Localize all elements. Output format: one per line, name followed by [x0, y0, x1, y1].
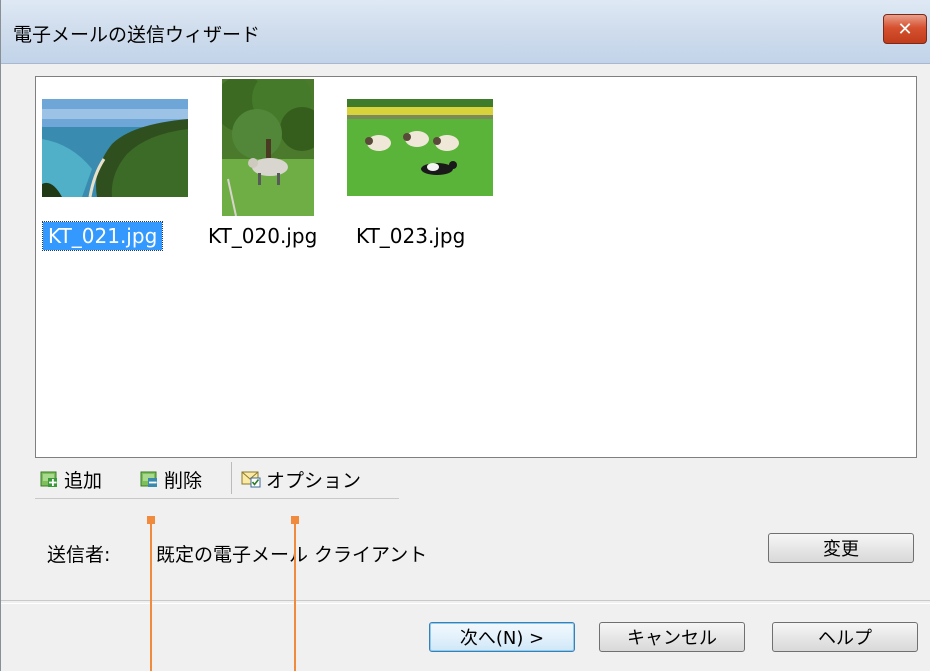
sheep-under-tree-thumbnail	[222, 79, 314, 216]
coastline-thumbnail	[42, 99, 188, 197]
cancel-button[interactable]: キャンセル	[599, 622, 745, 652]
sender-label: 送信者:	[47, 544, 111, 566]
add-file-icon	[39, 469, 59, 489]
attachment-list[interactable]: KT_021.jpg KT_020.jpg KT_023.jpg	[35, 76, 917, 458]
callout-line-left	[150, 520, 152, 671]
options-label: オプション	[266, 469, 362, 492]
help-button[interactable]: ヘルプ	[772, 622, 918, 652]
remove-button[interactable]: 削除	[139, 466, 202, 492]
next-label: 次へ(N) >	[459, 628, 545, 649]
file-name-label: KT_023.jpg	[356, 224, 466, 248]
title-bar: 電子メールの送信ウィザード ✕	[1, 0, 930, 64]
attachment-toolbar: 追加 削除 オプション	[35, 460, 399, 499]
add-button[interactable]: 追加	[39, 466, 102, 492]
remove-file-icon	[139, 469, 159, 489]
callout-line-right	[294, 520, 296, 671]
email-wizard-window: 電子メールの送信ウィザード ✕ KT_021.jpg KT_020.jpg KT…	[0, 0, 930, 671]
help-label: ヘルプ	[818, 628, 872, 649]
window-title: 電子メールの送信ウィザード	[13, 24, 261, 46]
close-button[interactable]: ✕	[883, 14, 927, 44]
next-button[interactable]: 次へ(N) >	[429, 622, 575, 652]
file-item-kt021[interactable]: KT_021.jpg	[36, 77, 206, 267]
mail-options-icon	[241, 469, 261, 489]
close-icon: ✕	[897, 18, 913, 40]
file-item-kt020[interactable]: KT_020.jpg	[208, 77, 344, 267]
file-item-kt023[interactable]: KT_023.jpg	[341, 77, 501, 267]
file-name-label: KT_020.jpg	[208, 224, 318, 248]
change-label: 変更	[823, 539, 859, 560]
options-button[interactable]: オプション	[241, 466, 361, 492]
toolbar-separator	[231, 462, 232, 494]
cancel-label: キャンセル	[627, 628, 717, 649]
footer-divider	[1, 600, 930, 604]
remove-label: 削除	[164, 469, 203, 492]
sheep-and-dog-thumbnail	[347, 99, 493, 196]
file-name-label: KT_021.jpg	[41, 221, 164, 251]
add-label: 追加	[64, 469, 103, 492]
sender-value: 既定の電子メール クライアント	[156, 544, 428, 566]
change-sender-button[interactable]: 変更	[768, 533, 914, 563]
